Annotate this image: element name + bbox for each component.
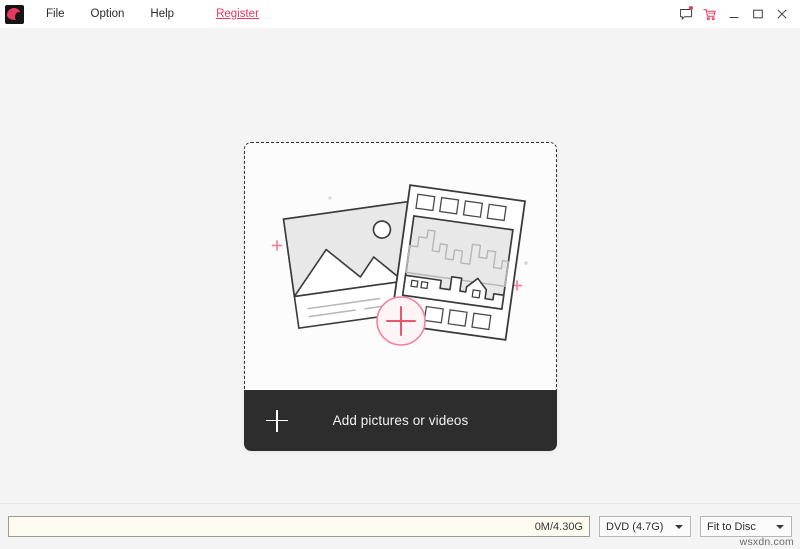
register-link[interactable]: Register [203, 0, 272, 28]
chevron-down-icon [675, 525, 683, 529]
dropzone[interactable] [244, 142, 557, 390]
add-media-plus-badge[interactable] [377, 297, 425, 345]
shopping-cart-icon [703, 8, 717, 21]
photos-and-film-illustration [245, 143, 557, 391]
menubar: File Option Help Register [33, 0, 272, 28]
menu-file[interactable]: File [33, 0, 78, 28]
minimize-button[interactable] [723, 3, 745, 25]
fit-mode-value: Fit to Disc [707, 521, 756, 533]
main-stage: Add pictures or videos [0, 28, 800, 503]
disc-usage-label: 0M/4.30G [535, 521, 583, 533]
notification-dot [689, 6, 693, 10]
maximize-button[interactable] [747, 3, 769, 25]
disc-type-value: DVD (4.7G) [606, 521, 663, 533]
cart-button[interactable] [699, 3, 721, 25]
feedback-button[interactable] [675, 3, 697, 25]
disc-type-select[interactable]: DVD (4.7G) [599, 516, 691, 537]
menu-option[interactable]: Option [78, 0, 138, 28]
titlebar: File Option Help Register [0, 0, 800, 28]
add-media-bar[interactable]: Add pictures or videos [244, 390, 557, 451]
add-media-label: Add pictures or videos [288, 413, 513, 428]
chevron-down-icon [776, 525, 784, 529]
maximize-icon [752, 8, 764, 20]
upload-card[interactable]: Add pictures or videos [244, 142, 557, 451]
plus-icon [266, 410, 288, 432]
disc-usage-progressbar: 0M/4.30G [8, 516, 590, 537]
app-logo-glyph [7, 8, 21, 20]
status-bar: 0M/4.30G DVD (4.7G) Fit to Disc [0, 504, 800, 549]
minimize-icon [728, 8, 740, 20]
close-icon [776, 8, 788, 20]
menu-help[interactable]: Help [137, 0, 187, 28]
app-logo-icon [5, 5, 24, 24]
close-button[interactable] [771, 3, 793, 25]
window-controls [675, 0, 800, 28]
fit-mode-select[interactable]: Fit to Disc [700, 516, 792, 537]
